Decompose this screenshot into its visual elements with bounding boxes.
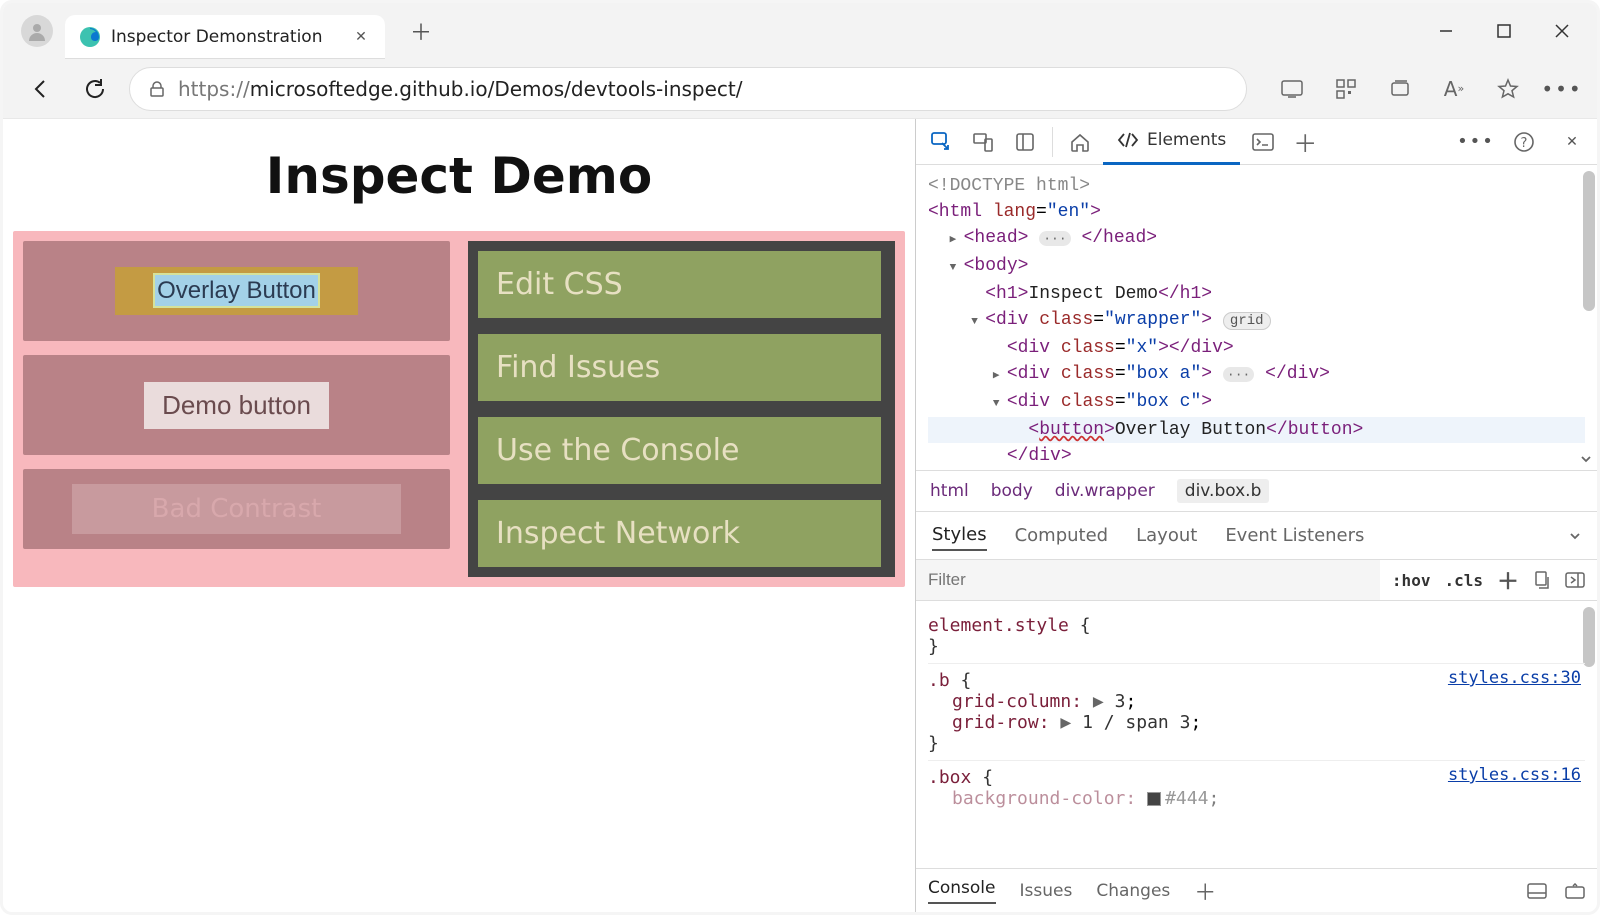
device-toggle-icon[interactable] [964, 123, 1002, 161]
welcome-tab-icon[interactable] [1061, 123, 1099, 161]
activity-bar-icon[interactable] [1006, 123, 1044, 161]
expand-drawer-icon[interactable] [1565, 883, 1585, 899]
new-tab-button[interactable]: ＋ [403, 13, 439, 49]
devtools-drawer: Console Issues Changes ＋ [916, 868, 1597, 912]
copy-styles-icon[interactable] [1533, 571, 1551, 589]
devtools-close-icon[interactable]: ✕ [1553, 123, 1591, 161]
devtools-panel: Elements ＋ ••• ? ✕ <!DOCTYPE html> <html… [915, 119, 1597, 912]
new-rule-icon[interactable]: ＋ [1497, 564, 1519, 596]
console-tab-icon[interactable] [1244, 123, 1282, 161]
collections-icon[interactable] [1383, 72, 1417, 106]
inspect-element-icon[interactable] [922, 123, 960, 161]
browser-tab[interactable]: Inspector Demonstration ✕ [65, 15, 385, 59]
source-link[interactable]: styles.css:30 [1448, 668, 1581, 688]
drawer-add-icon[interactable]: ＋ [1194, 875, 1216, 907]
menu-item[interactable]: Edit CSS [478, 251, 881, 318]
crumb[interactable]: html [930, 481, 969, 501]
filter-input[interactable] [916, 560, 1380, 600]
dom-breadcrumb: html body div.wrapper div.box.b [916, 470, 1597, 512]
favorite-icon[interactable] [1491, 72, 1525, 106]
layout-tab[interactable]: Layout [1136, 521, 1197, 550]
box-demo: Demo button [23, 355, 450, 455]
drawer-tab-console[interactable]: Console [928, 878, 996, 904]
dom-tree[interactable]: <!DOCTYPE html> <html lang="en"> <head> … [916, 165, 1597, 470]
elements-tab[interactable]: Elements [1103, 119, 1240, 165]
refresh-button[interactable] [75, 69, 115, 109]
cls-toggle[interactable]: .cls [1444, 571, 1483, 590]
styles-tabbar: Styles Computed Layout Event Listeners [916, 512, 1597, 560]
lock-icon [148, 80, 166, 98]
chevron-down-icon[interactable] [1579, 452, 1593, 466]
screencast-icon[interactable] [1275, 72, 1309, 106]
menu-item[interactable]: Find Issues [478, 334, 881, 401]
styles-tab[interactable]: Styles [932, 520, 987, 551]
source-link[interactable]: styles.css:16 [1448, 765, 1581, 785]
drawer-tab-issues[interactable]: Issues [1020, 881, 1073, 901]
edge-favicon [79, 26, 101, 48]
more-tabs-icon[interactable]: ＋ [1286, 123, 1324, 161]
styles-rules[interactable]: element.style { } styles.css:30 .b { gri… [916, 601, 1597, 868]
demo-grid: Overlay Button Demo button Bad Contrast … [13, 231, 905, 587]
page-heading: Inspect Demo [13, 147, 905, 205]
qr-icon[interactable] [1329, 72, 1363, 106]
page-viewport: Inspect Demo Overlay Button Demo button … [3, 119, 915, 912]
demo-button[interactable]: Demo button [144, 382, 329, 429]
menu-item[interactable]: Inspect Network [478, 500, 881, 567]
address-bar[interactable]: https://microsoftedge.github.io/Demos/de… [129, 67, 1247, 111]
event-listeners-tab[interactable]: Event Listeners [1225, 521, 1364, 550]
read-aloud-icon[interactable]: A» [1437, 72, 1471, 106]
drawer-tab-changes[interactable]: Changes [1096, 881, 1170, 901]
elements-tab-icon [1117, 131, 1139, 149]
styles-filter-row: :hov .cls ＋ [916, 560, 1597, 601]
devtools-tabbar: Elements ＋ ••• ? ✕ [916, 119, 1597, 165]
bad-contrast-label: Bad Contrast [72, 484, 402, 534]
browser-toolbar: https://microsoftedge.github.io/Demos/de… [3, 59, 1597, 119]
dock-icon[interactable] [1527, 883, 1547, 899]
back-button[interactable] [21, 69, 61, 109]
browser-window: Inspector Demonstration ✕ ＋ https://micr… [0, 0, 1600, 915]
crumb[interactable]: body [991, 481, 1033, 501]
toggle-sidebar-icon[interactable] [1565, 572, 1585, 588]
more-menu-icon[interactable]: ••• [1545, 72, 1579, 106]
window-controls [1431, 16, 1577, 46]
tab-close-icon[interactable]: ✕ [351, 29, 371, 45]
hov-toggle[interactable]: :hov [1392, 571, 1431, 590]
devtools-more-icon[interactable]: ••• [1457, 123, 1495, 161]
help-icon[interactable]: ? [1505, 123, 1543, 161]
profile-avatar[interactable] [21, 15, 53, 47]
titlebar: Inspector Demonstration ✕ ＋ [3, 3, 1597, 59]
chevron-down-icon[interactable] [1567, 528, 1583, 544]
box-overlay: Overlay Button [23, 241, 450, 341]
menu-item[interactable]: Use the Console [478, 417, 881, 484]
tab-title: Inspector Demonstration [111, 27, 351, 47]
computed-tab[interactable]: Computed [1015, 521, 1109, 550]
minimize-button[interactable] [1431, 16, 1461, 46]
crumb[interactable]: div.wrapper [1055, 481, 1155, 501]
crumb-selected[interactable]: div.box.b [1177, 479, 1270, 503]
svg-text:?: ? [1521, 136, 1528, 151]
url-text: https://microsoftedge.github.io/Demos/de… [178, 77, 743, 101]
menu-column: Edit CSS Find Issues Use the Console Ins… [468, 241, 895, 577]
box-bad-contrast: Bad Contrast [23, 469, 450, 549]
overlay-button[interactable]: Overlay Button [115, 267, 358, 315]
selected-dom-node[interactable]: <button>Overlay Button</button> [928, 417, 1585, 443]
scrollbar-thumb[interactable] [1583, 171, 1595, 311]
elements-tab-label: Elements [1147, 130, 1226, 150]
maximize-button[interactable] [1489, 16, 1519, 46]
close-window-button[interactable] [1547, 16, 1577, 46]
